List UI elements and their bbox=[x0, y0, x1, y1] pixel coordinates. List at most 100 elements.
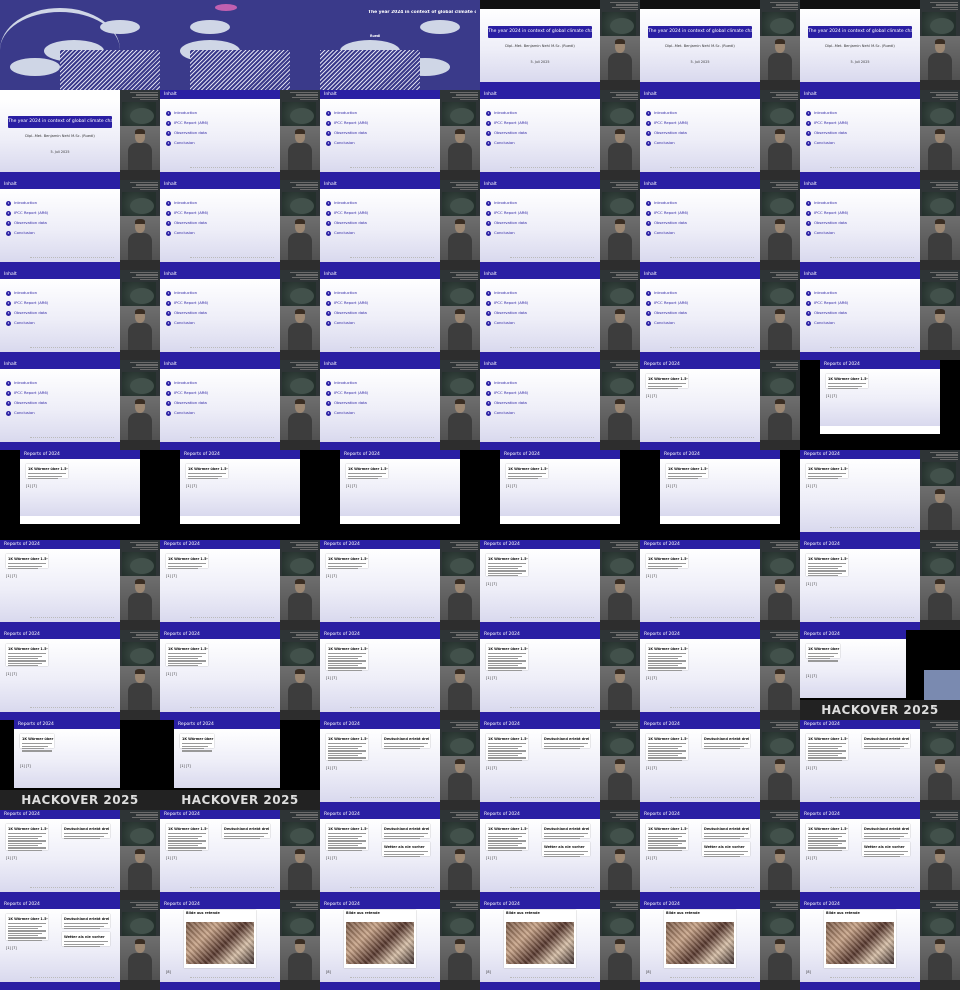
video-frame[interactable]: The year 2024 in context of global clima… bbox=[0, 90, 160, 180]
toc-item[interactable]: 3 Observation data bbox=[166, 310, 208, 320]
toc-item[interactable]: 1 Introduction bbox=[166, 290, 208, 300]
toc-item[interactable]: 3 Observation data bbox=[6, 400, 48, 410]
toc-item[interactable]: 2 IPCC Report (AR6) bbox=[646, 300, 688, 310]
video-frame[interactable]: Reports of 2024 Bilde aus retende [8] bbox=[160, 900, 320, 990]
video-frame[interactable]: Reports of 2024 Bilde aus retende [8] bbox=[800, 900, 960, 990]
toc-item[interactable]: 1 Introduction bbox=[646, 110, 688, 120]
video-frame[interactable]: Reports of 2024 1K Wärmer über 1.5-Grad [1… bbox=[160, 630, 320, 720]
video-frame[interactable]: Inhalt 1 Introduction 2 IPCC Report (AR6) 3 Ob… bbox=[160, 270, 320, 360]
toc-item[interactable]: 1 Introduction bbox=[166, 380, 208, 390]
video-frame[interactable]: Inhalt 1 Introduction 2 IPCC Report (AR6) 3 Ob… bbox=[480, 90, 640, 180]
video-frame[interactable]: Inhalt 1 Introduction 2 IPCC Report (AR6) 3 Ob… bbox=[160, 180, 320, 270]
toc-item[interactable]: 4 Conclusion bbox=[806, 140, 848, 150]
toc-item[interactable]: 3 Observation data bbox=[806, 310, 848, 320]
toc-item[interactable]: 2 IPCC Report (AR6) bbox=[646, 120, 688, 130]
toc-item[interactable]: 4 Conclusion bbox=[646, 320, 688, 330]
video-frame[interactable]: Reports of 2024 1K Wärmer über 1.5-Grad De… bbox=[480, 720, 640, 810]
video-frame[interactable]: Inhalt 1 Introduction 2 IPCC Report (AR6) 3 Ob… bbox=[320, 270, 480, 360]
toc-item[interactable]: 2 IPCC Report (AR6) bbox=[166, 210, 208, 220]
video-frame[interactable]: The year 2024 in context of global clima… bbox=[320, 0, 480, 90]
toc-item[interactable]: 4 Conclusion bbox=[166, 230, 208, 240]
toc-item[interactable]: 4 Conclusion bbox=[646, 230, 688, 240]
video-frame[interactable]: Inhalt 1 Introduction 2 IPCC Report (AR6) 3 Ob… bbox=[800, 270, 960, 360]
toc-item[interactable]: 3 Observation data bbox=[326, 220, 368, 230]
video-frame[interactable]: Reports of 2024 1K Wärmer über 1.5-Grad [1… bbox=[640, 630, 800, 720]
toc-item[interactable]: 1 Introduction bbox=[806, 110, 848, 120]
video-frame[interactable]: Inhalt 1 Introduction 2 IPCC Report (AR6) 3 Ob… bbox=[320, 90, 480, 180]
video-frame[interactable]: Inhalt 1 Introduction 2 IPCC Report (AR6) 3 Ob… bbox=[160, 360, 320, 450]
toc-item[interactable]: 3 Observation data bbox=[166, 400, 208, 410]
video-frame[interactable] bbox=[0, 0, 160, 90]
video-frame[interactable]: Inhalt 1 Introduction 2 IPCC Report (AR6) 3 Ob… bbox=[640, 180, 800, 270]
toc-item[interactable]: 1 Introduction bbox=[486, 110, 528, 120]
toc-item[interactable]: 1 Introduction bbox=[806, 200, 848, 210]
video-frame[interactable]: Inhalt 1 Introduction 2 IPCC Report (AR6) 3 Ob… bbox=[160, 90, 320, 180]
toc-item[interactable]: 4 Conclusion bbox=[6, 410, 48, 420]
video-frame[interactable]: Reports of 2024 1K Wärmer über 1.5-Grad [1… bbox=[0, 450, 160, 540]
toc-item[interactable]: 1 Introduction bbox=[326, 200, 368, 210]
toc-item[interactable]: 1 Introduction bbox=[166, 110, 208, 120]
video-frame[interactable]: Reports of 2024 Bilde aus retende [8] bbox=[480, 900, 640, 990]
toc-item[interactable]: 4 Conclusion bbox=[326, 140, 368, 150]
toc-item[interactable]: 3 Observation data bbox=[486, 220, 528, 230]
toc-item[interactable]: 3 Observation data bbox=[646, 310, 688, 320]
toc-item[interactable]: 2 IPCC Report (AR6) bbox=[326, 390, 368, 400]
toc-item[interactable]: 4 Conclusion bbox=[6, 320, 48, 330]
toc-item[interactable]: 4 Conclusion bbox=[166, 140, 208, 150]
video-frame[interactable]: Reports of 2024 1K Wärmer über 1.5-Grad [1… bbox=[800, 630, 960, 720]
toc-item[interactable]: 1 Introduction bbox=[6, 290, 48, 300]
video-frame[interactable]: Inhalt 1 Introduction 2 IPCC Report (AR6) 3 Ob… bbox=[640, 90, 800, 180]
toc-item[interactable]: 4 Conclusion bbox=[166, 410, 208, 420]
video-frame[interactable]: Reports of 2024 1K Wärmer über 1.5-Grad [1… bbox=[800, 450, 960, 540]
video-frame[interactable]: The year 2024 in context of global clima… bbox=[640, 0, 800, 90]
video-frame[interactable]: Reports of 2024 1K Wärmer über 1.5-Grad [1… bbox=[800, 540, 960, 630]
toc-item[interactable]: 2 IPCC Report (AR6) bbox=[486, 390, 528, 400]
toc-item[interactable]: 4 Conclusion bbox=[326, 230, 368, 240]
toc-item[interactable]: 3 Observation data bbox=[326, 310, 368, 320]
toc-item[interactable]: 3 Observation data bbox=[486, 310, 528, 320]
video-frame[interactable] bbox=[160, 0, 320, 90]
toc-item[interactable]: 3 Observation data bbox=[486, 130, 528, 140]
toc-item[interactable]: 3 Observation data bbox=[6, 310, 48, 320]
toc-item[interactable]: 2 IPCC Report (AR6) bbox=[6, 390, 48, 400]
video-frame[interactable]: Inhalt 1 Introduction 2 IPCC Report (AR6) 3 Ob… bbox=[0, 270, 160, 360]
toc-item[interactable]: 4 Conclusion bbox=[646, 140, 688, 150]
toc-item[interactable]: 4 Conclusion bbox=[486, 140, 528, 150]
video-frame[interactable]: Reports of 2024 1K Wärmer über 1.5-Grad De… bbox=[160, 810, 320, 900]
video-frame[interactable]: Reports of 2024 1K Wärmer über 1.5-Grad [1… bbox=[640, 540, 800, 630]
toc-item[interactable]: 1 Introduction bbox=[806, 290, 848, 300]
toc-item[interactable]: 3 Observation data bbox=[806, 220, 848, 230]
toc-item[interactable]: 2 IPCC Report (AR6) bbox=[326, 300, 368, 310]
toc-item[interactable]: 4 Conclusion bbox=[486, 320, 528, 330]
toc-item[interactable]: 2 IPCC Report (AR6) bbox=[806, 300, 848, 310]
video-frame[interactable]: The year 2024 in context of global clima… bbox=[800, 0, 960, 90]
toc-item[interactable]: 3 Observation data bbox=[486, 400, 528, 410]
toc-item[interactable]: 1 Introduction bbox=[326, 380, 368, 390]
video-frame[interactable]: Reports of 2024 1K Wärmer über 1.5-Grad [1… bbox=[480, 540, 640, 630]
toc-item[interactable]: 4 Conclusion bbox=[166, 320, 208, 330]
video-frame[interactable]: Inhalt 1 Introduction 2 IPCC Report (AR6) 3 Ob… bbox=[800, 180, 960, 270]
video-frame[interactable]: Reports of 2024 1K Wärmer über 1.5-Grad De… bbox=[320, 810, 480, 900]
video-frame[interactable]: The year 2024 in context of global clima… bbox=[480, 0, 640, 90]
toc-item[interactable]: 3 Observation data bbox=[166, 220, 208, 230]
video-frame[interactable]: Reports of 2024 1K Wärmer über 1.5-Grad [1… bbox=[320, 540, 480, 630]
toc-item[interactable]: 4 Conclusion bbox=[806, 320, 848, 330]
video-frame[interactable]: Inhalt 1 Introduction 2 IPCC Report (AR6) 3 Ob… bbox=[480, 360, 640, 450]
toc-item[interactable]: 1 Introduction bbox=[6, 380, 48, 390]
toc-item[interactable]: 3 Observation data bbox=[806, 130, 848, 140]
video-frame[interactable]: Reports of 2024 Bilde aus retende [8] bbox=[320, 900, 480, 990]
video-frame[interactable]: Inhalt 1 Introduction 2 IPCC Report (AR6) 3 Ob… bbox=[0, 180, 160, 270]
video-frame[interactable]: Reports of 2024 1K Wärmer über 1.5-Grad [1… bbox=[320, 630, 480, 720]
video-frame[interactable]: Reports of 2024 1K Wärmer über 1.5-Grad [1… bbox=[0, 540, 160, 630]
toc-item[interactable]: 2 IPCC Report (AR6) bbox=[326, 120, 368, 130]
video-frame[interactable]: Reports of 2024 1K Wärmer über 1.5-Grad [1… bbox=[160, 540, 320, 630]
video-frame[interactable]: Inhalt 1 Introduction 2 IPCC Report (AR6) 3 Ob… bbox=[480, 270, 640, 360]
toc-item[interactable]: 1 Introduction bbox=[6, 200, 48, 210]
toc-item[interactable]: 4 Conclusion bbox=[486, 230, 528, 240]
video-frame[interactable]: Inhalt 1 Introduction 2 IPCC Report (AR6) 3 Ob… bbox=[0, 360, 160, 450]
video-frame[interactable]: Reports of 2024 1K Wärmer über 1.5-Grad [1… bbox=[320, 450, 480, 540]
toc-item[interactable]: 1 Introduction bbox=[486, 380, 528, 390]
toc-item[interactable]: 2 IPCC Report (AR6) bbox=[806, 210, 848, 220]
toc-item[interactable]: 1 Introduction bbox=[646, 200, 688, 210]
toc-item[interactable]: 2 IPCC Report (AR6) bbox=[166, 390, 208, 400]
